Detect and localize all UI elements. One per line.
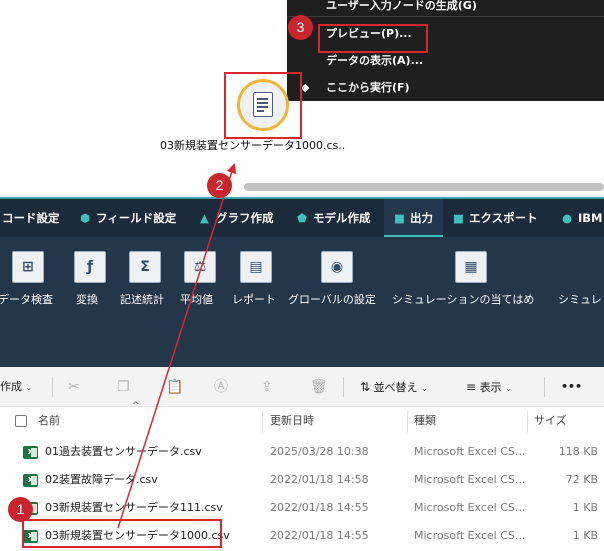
step-badge-2: 2 (207, 173, 232, 198)
create-button[interactable]: 作成 ⌄ (0, 367, 32, 407)
column-divider[interactable] (527, 411, 528, 433)
highlight-preview-menu-item (318, 24, 428, 53)
file-name: 02装置故障データ.csv (45, 473, 158, 486)
file-row[interactable]: x 03新規装置センサーデータ111.csv 2022/01/18 14:55 … (0, 494, 604, 522)
tool-label: 記述統計 (120, 293, 164, 306)
pentagon-icon: ⬟ (297, 211, 307, 225)
tool-label: グローバルの設定 (288, 293, 376, 306)
paste-icon[interactable]: 📋 (166, 367, 183, 407)
step-badge-1: 1 (8, 497, 33, 522)
explorer-command-bar: 作成 ⌄ ✂ ❐ 📋 Ⓐ ⇪ 🗑 ⇅ 並べ替え ⌄ ≡ 表示 ⌄ ••• (0, 367, 604, 407)
excel-csv-icon: x (23, 474, 38, 487)
menu-separator (287, 16, 604, 17)
file-type: Microsoft Excel CS... (414, 473, 526, 486)
file-type: Microsoft Excel CS... (414, 529, 526, 542)
globe-icon: ◉ (321, 251, 353, 283)
cut-icon[interactable]: ✂ (68, 367, 80, 407)
view-lines-icon: ≡ (466, 380, 477, 394)
highlight-file-row (22, 519, 222, 548)
file-size: 1 KB (572, 529, 598, 542)
sort-button[interactable]: ⇅ 並べ替え ⌄ (360, 367, 428, 407)
tab-output[interactable]: ■ 出力 (384, 199, 443, 237)
chevron-down-icon: ⌄ (505, 384, 512, 393)
square-icon: ■ (394, 211, 405, 225)
simulation-fit-icon: ▦ (455, 251, 487, 283)
tool-label: 平均値 (180, 293, 213, 306)
command-separator (544, 377, 545, 397)
more-options-button[interactable]: ••• (561, 367, 582, 407)
file-type: Microsoft Excel CS... (414, 501, 526, 514)
canvas-horizontal-scrollbar[interactable] (244, 183, 604, 191)
file-name: 03新規装置センサーデータ111.csv (45, 501, 223, 514)
ribbon-toolbar: ⊞ データ検査 ƒ 変換 Σ 記述統計 ⚖ 平均値 ▤ レポート ◉ グローバル… (0, 237, 604, 367)
column-name[interactable]: 名前 (38, 407, 60, 435)
file-modified: 2022/01/18 14:55 (270, 529, 369, 542)
file-modified: 2025/03/28 10:38 (270, 445, 369, 458)
scale-icon: ⚖ (184, 251, 216, 283)
tool-label: レポート (232, 293, 276, 306)
node-label: 03新規装置センサーデータ1000.cs.. (160, 139, 346, 152)
file-modified: 2022/01/18 14:58 (270, 473, 369, 486)
triangle-icon: ▲ (200, 211, 209, 225)
column-type[interactable]: 種類 (414, 407, 436, 435)
file-name: 01過去装置センサーデータ.csv (45, 445, 202, 458)
view-button[interactable]: ≡ 表示 ⌄ (466, 367, 512, 407)
tool-label: データ検査 (0, 293, 53, 306)
tool-label: 変換 (76, 293, 98, 306)
menu-item-run-from-here[interactable]: ここから実行(F) (326, 76, 410, 100)
share-icon[interactable]: ⇪ (261, 367, 273, 407)
tab-record-ops[interactable]: コード設定 (2, 199, 60, 237)
tab-graphs[interactable]: ▲ グラフ作成 (200, 199, 274, 237)
column-divider[interactable] (407, 411, 408, 433)
chevron-down-icon: ⌄ (25, 383, 33, 392)
file-type: Microsoft Excel CS... (414, 445, 526, 458)
ribbon-tab-bar: コード設定 ⬢ フィールド設定 ▲ グラフ作成 ⬟ モデル作成 ■ 出力 ■ エクスポート… (0, 197, 604, 237)
column-modified[interactable]: 更新日時 (270, 407, 314, 435)
delete-icon[interactable]: 🗑 (310, 367, 328, 407)
square-icon: ■ (453, 211, 464, 225)
select-all-checkbox[interactable] (15, 415, 27, 427)
copy-icon[interactable]: ❐ (117, 367, 130, 407)
sort-icon: ⇅ (360, 380, 371, 394)
run-from-here-icon: ◆ (301, 81, 310, 94)
file-size: 1 KB (572, 501, 598, 514)
tab-modeling[interactable]: ⬟ モデル作成 (297, 199, 371, 237)
column-divider[interactable] (262, 411, 263, 433)
report-icon: ▤ (240, 251, 272, 283)
tool-label: シミュレ (558, 293, 602, 306)
tab-ibm[interactable]: ●IBM® (562, 199, 604, 237)
tool-label: シミュレーションの当てはめ (392, 293, 535, 306)
data-audit-icon: ⊞ (12, 251, 44, 283)
step-badge-3: 3 (288, 15, 313, 40)
command-separator (343, 377, 344, 397)
file-size: 118 KB (558, 445, 598, 458)
rename-icon[interactable]: Ⓐ (214, 367, 228, 407)
file-size: 72 KB (565, 473, 598, 486)
highlight-canvas-node (224, 72, 302, 139)
transform-icon: ƒ (74, 251, 106, 283)
ibm-icon: ● (562, 211, 573, 225)
file-modified: 2022/01/18 14:55 (270, 501, 369, 514)
file-row[interactable]: x 01過去装置センサーデータ.csv 2025/03/28 10:38 Mic… (0, 438, 604, 466)
tab-field-ops[interactable]: ⬢ フィールド設定 (80, 199, 176, 237)
command-separator (52, 377, 53, 397)
tab-export[interactable]: ■ エクスポート (453, 199, 538, 237)
file-row[interactable]: x 02装置故障データ.csv 2022/01/18 14:58 Microso… (0, 466, 604, 494)
excel-csv-icon: x (23, 446, 38, 459)
hexagon-icon: ⬢ (80, 211, 91, 225)
column-size[interactable]: サイズ (534, 407, 567, 435)
statistics-icon: Σ (129, 251, 161, 283)
chevron-down-icon: ⌄ (421, 384, 428, 393)
file-list-header: 名前 更新日時 種類 サイズ (0, 407, 604, 435)
